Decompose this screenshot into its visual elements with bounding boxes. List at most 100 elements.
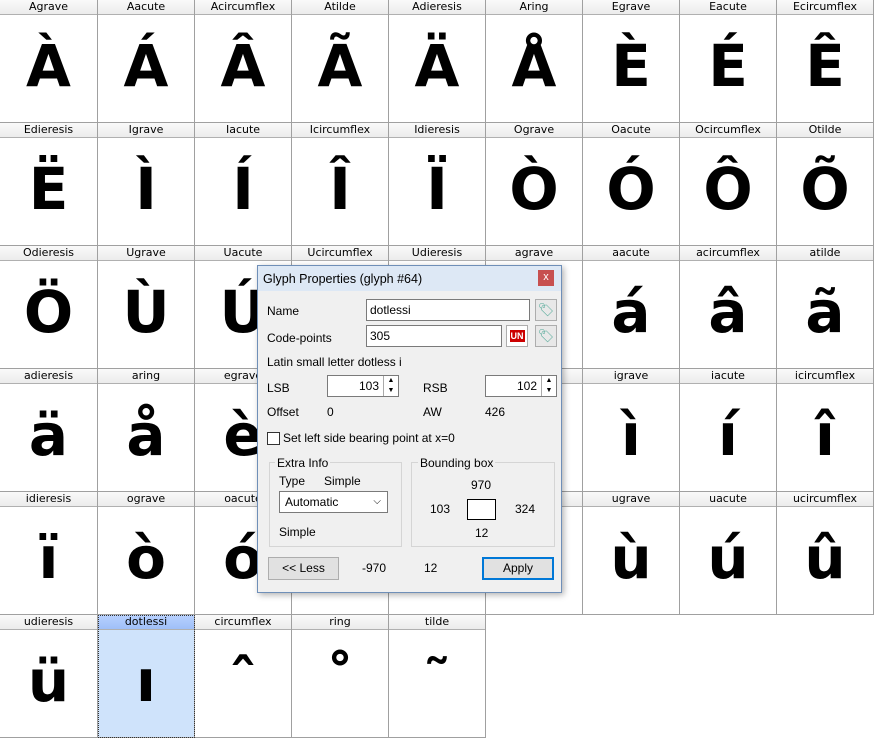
glyph-label: dotlessi	[98, 615, 194, 630]
glyph-label: ugrave	[583, 492, 679, 507]
close-button[interactable]: x	[538, 270, 554, 286]
glyph-cell-dotlessi[interactable]: dotlessi ı	[98, 615, 195, 738]
glyph-cell-iacute[interactable]: iacute í	[680, 369, 777, 492]
auto-name-button[interactable]: 🏷	[535, 299, 557, 321]
glyph-cell-Edieresis[interactable]: Edieresis Ë	[0, 123, 98, 246]
less-button[interactable]: << Less	[268, 557, 339, 580]
glyph-cell-atilde[interactable]: atilde ã	[777, 246, 874, 369]
glyph-label: tilde	[389, 615, 485, 630]
glyph-preview: ı	[98, 630, 194, 737]
lsb-value: 103	[358, 379, 379, 393]
codepoints-input[interactable]: 305	[366, 325, 502, 347]
glyph-cell-Egrave[interactable]: Egrave È	[583, 0, 680, 123]
glyph-cell-igrave[interactable]: igrave ì	[583, 369, 680, 492]
glyph-cell-aring[interactable]: aring å	[98, 369, 195, 492]
glyph-cell-Atilde[interactable]: Atilde Ã	[292, 0, 389, 123]
glyph-label: Adieresis	[389, 0, 485, 15]
glyph-cell-aacute[interactable]: aacute á	[583, 246, 680, 369]
checkbox-box[interactable]	[267, 431, 280, 445]
glyph-label: Acircumflex	[195, 0, 291, 15]
glyph-cell-ring[interactable]: ring ˚	[292, 615, 389, 738]
unicode-button[interactable]: UN	[506, 325, 528, 347]
glyph-label: Eacute	[680, 0, 776, 15]
glyph-cell-acircumflex[interactable]: acircumflex â	[680, 246, 777, 369]
glyph-cell-Icircumflex[interactable]: Icircumflex Î	[292, 123, 389, 246]
rsb-spinbox[interactable]: 102 ▲ ▼	[485, 375, 557, 397]
glyph-cell-Odieresis[interactable]: Odieresis Ö	[0, 246, 98, 369]
bounding-box-title: Bounding box	[418, 456, 496, 470]
glyph-cell-Adieresis[interactable]: Adieresis Ä	[389, 0, 486, 123]
glyph-cell-circumflex[interactable]: circumflex ˆ	[195, 615, 292, 738]
glyph-label: ring	[292, 615, 388, 630]
glyph-label: Ecircumflex	[777, 0, 873, 15]
glyph-cell-Iacute[interactable]: Iacute Í	[195, 123, 292, 246]
glyph-preview: í	[718, 400, 738, 469]
glyph-label: Igrave	[98, 123, 194, 138]
auto-codepoint-button[interactable]: 🏷	[535, 325, 557, 347]
glyph-cell-idieresis[interactable]: idieresis ï	[0, 492, 98, 615]
glyph-label: acircumflex	[680, 246, 776, 261]
glyph-cell-Ograve[interactable]: Ograve Ò	[486, 123, 583, 246]
unicode-icon: UN	[509, 330, 525, 342]
lsb-origin-checkbox[interactable]: Set left side bearing point at x=0	[267, 431, 455, 445]
glyph-preview: ˜	[422, 646, 452, 715]
glyph-cell-ucircumflex[interactable]: ucircumflex û	[777, 492, 874, 615]
apply-button[interactable]: Apply	[482, 557, 554, 580]
type-value: Simple	[324, 474, 361, 488]
glyph-preview: û	[804, 523, 846, 592]
glyph-cell-udieresis[interactable]: udieresis ü	[0, 615, 98, 738]
glyph-cell-adieresis[interactable]: adieresis ä	[0, 369, 98, 492]
glyph-preview: Õ	[800, 154, 850, 223]
glyph-cell-Ocircumflex[interactable]: Ocircumflex Ô	[680, 123, 777, 246]
tag-icon: 🏷	[537, 328, 555, 343]
glyph-cell-icircumflex[interactable]: icircumflex î	[777, 369, 874, 492]
lsb-spinbox[interactable]: 103 ▲ ▼	[327, 375, 399, 397]
glyph-cell-Otilde[interactable]: Otilde Õ	[777, 123, 874, 246]
chevron-down-icon: ⌵	[373, 496, 381, 507]
glyph-label: circumflex	[195, 615, 291, 630]
name-input[interactable]: dotlessi	[366, 299, 530, 321]
glyph-preview: ü	[27, 646, 70, 715]
glyph-label: Iacute	[195, 123, 291, 138]
glyph-preview: Ê	[805, 31, 845, 100]
spin-arrows-icon[interactable]: ▲ ▼	[541, 376, 556, 396]
glyph-preview: É	[708, 31, 748, 100]
glyph-preview: â	[708, 277, 748, 346]
glyph-label: icircumflex	[777, 369, 873, 384]
glyph-label: ucircumflex	[777, 492, 873, 507]
glyph-preview: å	[126, 400, 166, 469]
glyph-cell-ograve[interactable]: ograve ò	[98, 492, 195, 615]
glyph-cell-Aacute[interactable]: Aacute Á	[98, 0, 195, 123]
glyph-cell-Idieresis[interactable]: Idieresis Ï	[389, 123, 486, 246]
glyph-preview: î	[815, 400, 835, 469]
offset-label: Offset	[267, 405, 299, 419]
glyph-cell-Agrave[interactable]: Agrave À	[0, 0, 98, 123]
glyph-cell-Ugrave[interactable]: Ugrave Ù	[98, 246, 195, 369]
glyph-label: Otilde	[777, 123, 873, 138]
glyph-cell-Igrave[interactable]: Igrave Ì	[98, 123, 195, 246]
glyph-label: Ucircumflex	[292, 246, 388, 261]
glyph-cell-Acircumflex[interactable]: Acircumflex Â	[195, 0, 292, 123]
glyph-cell-uacute[interactable]: uacute ú	[680, 492, 777, 615]
lsb-label: LSB	[267, 381, 290, 395]
glyph-label: atilde	[777, 246, 873, 261]
glyph-preview: È	[611, 31, 651, 100]
glyph-cell-Oacute[interactable]: Oacute Ó	[583, 123, 680, 246]
bbox-right: 324	[515, 502, 536, 516]
dialog-title-bar[interactable]: Glyph Properties (glyph #64)	[258, 266, 561, 291]
glyph-cell-Aring[interactable]: Aring Å	[486, 0, 583, 123]
glyph-preview: Â	[220, 31, 266, 100]
glyph-cell-Ecircumflex[interactable]: Ecircumflex Ê	[777, 0, 874, 123]
glyph-preview: Ë	[28, 154, 69, 223]
footer-value-1: -970	[362, 561, 387, 575]
glyph-cell-Eacute[interactable]: Eacute É	[680, 0, 777, 123]
type-select-value: Automatic	[285, 495, 339, 509]
glyph-preview: ì	[621, 400, 641, 469]
glyph-preview: Ó	[606, 154, 656, 223]
spin-arrows-icon[interactable]: ▲ ▼	[383, 376, 398, 396]
glyph-cell-tilde[interactable]: tilde ˜	[389, 615, 486, 738]
type-select[interactable]: Automatic ⌵	[279, 491, 388, 513]
glyph-cell-ugrave[interactable]: ugrave ù	[583, 492, 680, 615]
glyph-label: aring	[98, 369, 194, 384]
glyph-label: Ograve	[486, 123, 582, 138]
